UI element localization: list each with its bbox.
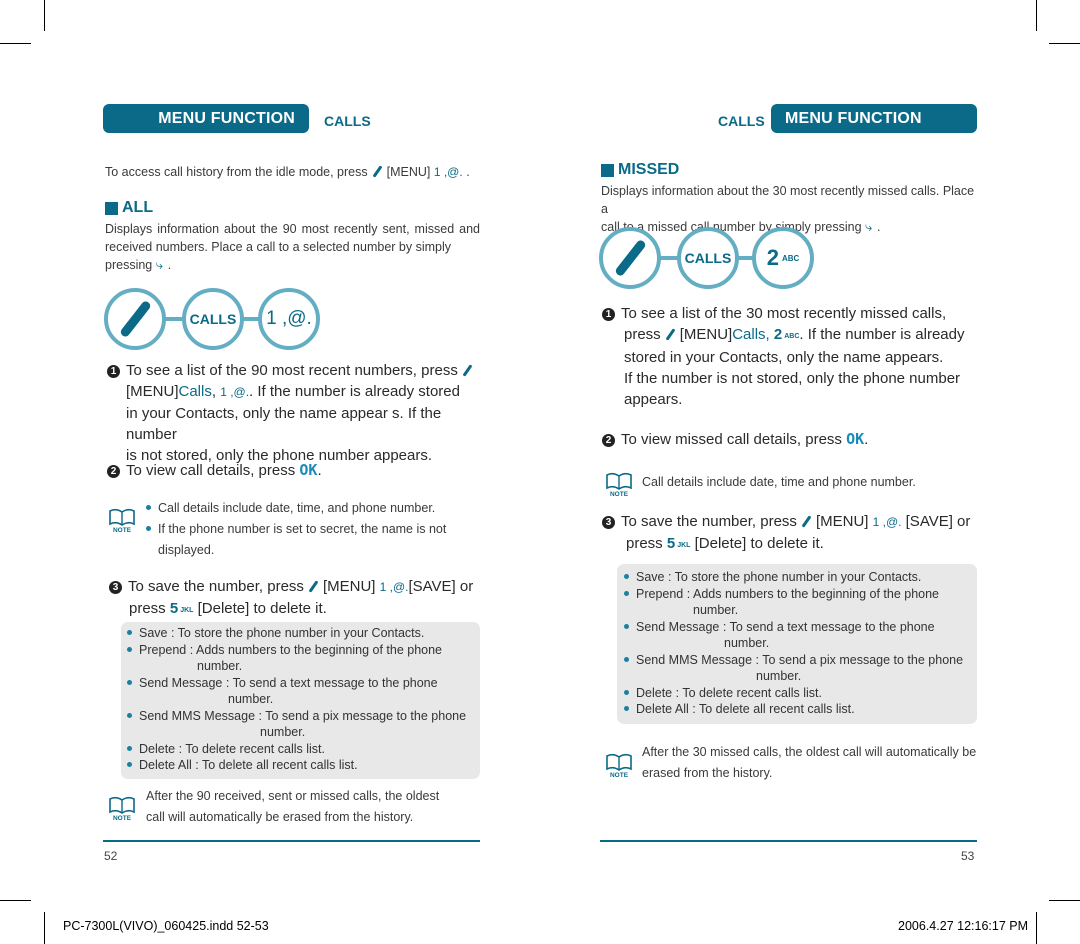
section-description: Displays information about the 90 most r…	[105, 222, 480, 272]
key-1-icon: 1 ,@.	[379, 580, 409, 594]
crop-mark	[1036, 0, 1037, 31]
diagram-calls: CALLS	[182, 288, 244, 350]
note-history-limit: After the 90 received, sent or missed ca…	[146, 789, 440, 824]
step-number-badge: 1	[107, 365, 120, 378]
crop-mark	[1036, 912, 1037, 944]
note-icon: NOTE	[109, 508, 135, 533]
menu-key-icon	[118, 299, 152, 339]
left-intro: To access call history from the idle mod…	[105, 165, 470, 179]
note-history-limit: After the 30 missed calls, the oldest ca…	[642, 745, 977, 780]
diagram-key-1: 1 ,@.	[258, 288, 320, 350]
svg-text:NOTE: NOTE	[610, 491, 629, 497]
option-item: Send Message : To send a text message to…	[624, 619, 963, 636]
right-header-title: MENU FUNCTION	[785, 110, 922, 127]
ok-key-icon: OK	[846, 430, 865, 448]
ok-key-icon: OK	[299, 461, 318, 479]
step-3: 3 To save the number, press [MENU] 1 ,@.[S…	[109, 576, 473, 621]
step-number-badge: 3	[109, 581, 122, 594]
menu-key-icon	[308, 580, 319, 593]
step-number-badge: 3	[602, 516, 615, 529]
left-header-section: CALLS	[324, 113, 371, 129]
options-list: Save : To store the phone number in your…	[624, 569, 963, 718]
section-square-icon	[601, 163, 614, 177]
note-icon: NOTE	[109, 796, 135, 821]
option-item: Save : To store the phone number in your…	[624, 569, 963, 586]
section-title-all: ALL	[105, 199, 153, 217]
send-key-icon: ⤷	[865, 219, 873, 234]
option-item: Send Message : To send a text message to…	[127, 675, 466, 692]
option-item: Send MMS Message : To send a pix message…	[624, 652, 963, 669]
menu-key-icon	[613, 238, 647, 278]
key-5-icon: 5 JKL	[666, 535, 691, 552]
step-number-badge: 1	[602, 308, 615, 321]
key-1-icon: 1 ,@.	[433, 165, 463, 179]
menu-key-icon	[462, 364, 473, 377]
option-item: Prepend : Adds numbers to the beginning …	[127, 642, 466, 659]
step-number-badge: 2	[602, 434, 615, 447]
crop-mark	[1049, 43, 1080, 44]
option-item: Send MMS Message : To send a pix message…	[127, 708, 466, 725]
option-item: Save : To store the phone number in your…	[127, 625, 466, 642]
right-header-bar: MENU FUNCTION	[771, 104, 977, 133]
crop-mark	[44, 0, 45, 31]
diagram-menu-key	[104, 288, 166, 350]
note-details: Call details include date, time, and pho…	[146, 499, 446, 559]
step-2: 2 To view call details, press OK.	[107, 460, 322, 481]
step-number-badge: 2	[107, 465, 120, 478]
menu-key-icon	[665, 328, 676, 341]
svg-text:NOTE: NOTE	[610, 772, 629, 778]
key-1-icon: 1 ,@.	[220, 385, 250, 399]
section-square-icon	[105, 201, 118, 215]
print-slug-timestamp: 2006.4.27 12:16:17 PM	[898, 919, 1028, 933]
footer-rule	[103, 840, 480, 842]
section-title-missed: MISSED	[601, 161, 679, 179]
option-item: Delete : To delete recent calls list.	[127, 741, 466, 758]
print-slug-filename: PC-7300L(VIVO)_060425.indd 52-53	[63, 919, 269, 933]
page-number: 52	[104, 849, 118, 863]
note-details: Call details include date, time and phon…	[642, 475, 916, 489]
key-2-icon: 2 ABC	[773, 326, 800, 343]
note-icon: NOTE	[606, 472, 632, 497]
svg-text:NOTE: NOTE	[113, 527, 132, 533]
diagram-calls: CALLS	[677, 227, 739, 289]
option-item: Delete : To delete recent calls list.	[624, 685, 963, 702]
option-item: Delete All : To delete all recent calls …	[624, 701, 963, 718]
step-3: 3 To save the number, press [MENU] 1 ,@. […	[602, 511, 970, 556]
crop-mark	[44, 912, 45, 944]
crop-mark	[0, 43, 31, 44]
diagram-menu-key	[599, 227, 661, 289]
left-header-title: MENU FUNCTION	[158, 110, 295, 127]
send-key-icon: ⤷	[155, 257, 164, 272]
options-list: Save : To store the phone number in your…	[127, 625, 466, 774]
left-header-bar: MENU FUNCTION	[103, 104, 309, 133]
note-icon: NOTE	[606, 753, 632, 778]
right-header-section: CALLS	[718, 113, 765, 129]
key-5-icon: 5 JKL	[169, 600, 194, 617]
option-item: Prepend : Adds numbers to the beginning …	[624, 586, 963, 603]
menu-key-icon	[372, 165, 383, 178]
crop-mark	[0, 900, 31, 901]
svg-text:NOTE: NOTE	[113, 815, 132, 821]
diagram-key-2: 2 ABC	[752, 227, 814, 289]
crop-mark	[1049, 900, 1080, 901]
step-1: 1 To see a list of the 90 most recent num…	[107, 360, 482, 466]
menu-key-icon	[801, 515, 812, 528]
page-number: 53	[961, 849, 975, 863]
step-2: 2 To view missed call details, press OK.	[602, 429, 868, 450]
footer-rule	[600, 840, 977, 842]
key-1-icon: 1 ,@.	[872, 515, 902, 529]
step-1: 1 To see a list of the 30 most recently m…	[602, 303, 977, 410]
option-item: Delete All : To delete all recent calls …	[127, 757, 466, 774]
